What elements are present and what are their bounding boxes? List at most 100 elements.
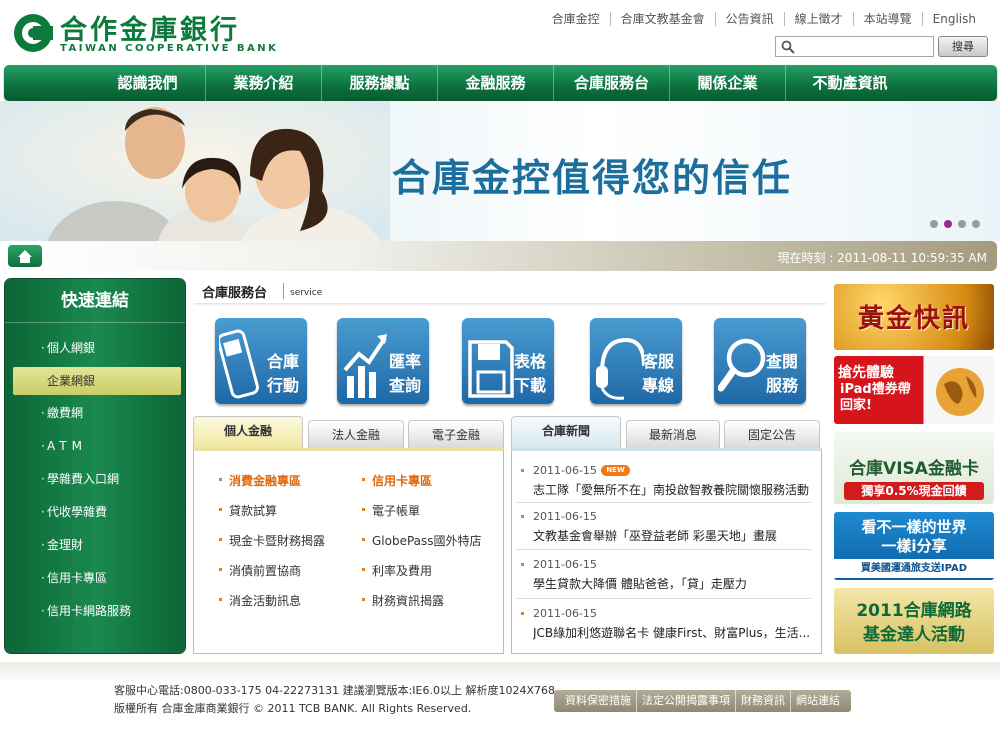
link-consumer-finance[interactable]: 消費金融專區 <box>218 472 301 489</box>
link-e-statement[interactable]: 電子帳單 <box>361 502 420 519</box>
logo-mark-icon <box>14 14 53 52</box>
home-icon <box>18 250 32 263</box>
banner-dot-2[interactable] <box>944 220 952 228</box>
nav-business[interactable]: 業務介紹 <box>206 65 322 101</box>
sidebar-item-credit-card-online[interactable]: 信用卡網路服務 <box>13 597 181 625</box>
footer-link-sites[interactable]: 網站連結 <box>790 690 845 712</box>
news-title[interactable]: 學生貸款大降價 體貼爸爸，「貸」走壓力 <box>533 575 747 592</box>
top-link-english[interactable]: English <box>921 12 986 26</box>
top-link-announcements[interactable]: 公告資訊 <box>714 12 784 26</box>
main-nav: 認識我們 業務介紹 服務據點 金融服務 合庫服務台 關係企業 不動產資訊 <box>4 65 997 101</box>
ad-amex-ipad[interactable]: 看不一樣的世界 一樣i分享 買美國運通旅支送IPAD <box>834 512 994 580</box>
news-title[interactable]: JCB綠加利悠遊聯名卡 健康First、財富Plus，生活... <box>533 624 810 641</box>
link-globepass[interactable]: GlobePass國外特店 <box>362 532 482 549</box>
news-title[interactable]: 志工隊「愛無所不在」南投啟智教養院關懷服務活動 <box>533 481 809 498</box>
home-button[interactable] <box>8 245 42 267</box>
tab-bank-news[interactable]: 合庫新聞 <box>511 416 621 448</box>
ad-fund-master[interactable]: 2011合庫網路 基金達人活動 <box>834 588 994 654</box>
service-tile-line1: 客服 <box>641 352 674 371</box>
top-link-foundation[interactable]: 合庫文教基金會 <box>609 12 715 26</box>
logo-name-cn: 合作金庫銀行 <box>60 15 240 46</box>
service-desk-title: 合庫服務台 <box>202 286 268 301</box>
nav-branches[interactable]: 服務據點 <box>322 65 438 101</box>
service-tile-forms[interactable]: 表格 下載 <box>462 318 554 404</box>
bank-logo[interactable]: 合作金庫銀行 TAIWAN COOPERATIVE BANK <box>12 10 277 58</box>
tab-personal-finance[interactable]: 個人金融 <box>193 416 303 448</box>
tab-corporate-finance[interactable]: 法人金融 <box>308 420 404 448</box>
ad-visa-debit[interactable]: 合庫VISA金融卡 獨享0.5%現金回饋 <box>834 432 994 504</box>
banner-dot-1[interactable] <box>930 220 938 228</box>
nav-financial-services[interactable]: 金融服務 <box>438 65 554 101</box>
service-tile-line2: 下載 <box>513 376 546 395</box>
tab-announcements[interactable]: 固定公告 <box>724 420 820 448</box>
ad-gold-news[interactable]: 黃金快訊 <box>834 284 994 350</box>
current-time: 現在時刻 : 2011-08-11 10:59:35 AM <box>777 251 988 265</box>
service-tile-line2: 查詢 <box>388 376 421 395</box>
news-date: 2011-06-15 <box>521 558 597 571</box>
service-tile-line1: 查閱 <box>765 352 798 371</box>
link-loan-calculator[interactable]: 貸款試算 <box>218 502 277 519</box>
footer-link-financials[interactable]: 財務資訊 <box>735 690 790 712</box>
service-tile-line1: 表格 <box>513 352 546 371</box>
news-date: 2011-06-15 <box>521 510 597 523</box>
sidebar-item-tuition-collection[interactable]: 代收學雜費 <box>13 498 181 526</box>
link-cash-card[interactable]: 現金卡暨財務揭露 <box>218 532 325 549</box>
chart-icon <box>343 334 387 398</box>
link-consumer-events[interactable]: 消金活動訊息 <box>218 592 301 609</box>
banner-headline: 合庫金控值得您的信任 <box>392 156 793 200</box>
ad-fund-title: 2011合庫網路 <box>856 601 972 621</box>
nav-service-desk[interactable]: 合庫服務台 <box>554 65 670 101</box>
news-title[interactable]: 文教基金會舉辦「巫登益老師 彩墨天地」畫展 <box>533 527 777 544</box>
tab-latest-news[interactable]: 最新消息 <box>626 420 720 448</box>
sidebar-item-payment[interactable]: 繳費網 <box>13 399 181 427</box>
footer-links: 資料保密措施 法定公開揭露事項 財務資訊 網站連結 <box>554 690 851 712</box>
quick-links-sidebar: 快速連結 個人網銀 企業網銀 繳費網 ATM 學雜費入口網 代收學雜費 金理財 … <box>5 279 185 653</box>
nav-about[interactable]: 認識我們 <box>90 65 206 101</box>
sidebar-title: 快速連結 <box>5 279 185 323</box>
news-date: 2011-06-15 <box>521 464 597 477</box>
service-tile-inquiry[interactable]: 查閱 服務 <box>714 318 806 404</box>
service-tile-line2: 專線 <box>641 376 674 395</box>
service-tile-exchange-rate[interactable]: 匯率 查詢 <box>337 318 429 404</box>
globe-icon <box>936 368 984 416</box>
news-date: 2011-06-15 <box>521 607 597 620</box>
tab-e-finance[interactable]: 電子金融 <box>408 420 504 448</box>
top-link-careers[interactable]: 線上徵才 <box>783 12 853 26</box>
top-link-holding[interactable]: 合庫金控 <box>542 12 610 26</box>
search-icon <box>781 40 795 54</box>
sidebar-item-corporate-banking[interactable]: 企業網銀 <box>13 367 181 395</box>
ad-gold-text: 黃金快訊 <box>857 304 970 334</box>
news-divider <box>516 549 811 550</box>
sidebar-item-wealth[interactable]: 金理財 <box>13 531 181 559</box>
link-credit-card-zone[interactable]: 信用卡專區 <box>361 472 432 489</box>
page: 合作金庫銀行 TAIWAN COOPERATIVE BANK 合庫金控 合庫文教… <box>0 0 1000 734</box>
sidebar-item-credit-card[interactable]: 信用卡專區 <box>13 564 181 592</box>
ad-fund-title2: 基金達人活動 <box>863 625 965 645</box>
ad-amex-sub: 買美國運通旅支送IPAD <box>834 559 994 578</box>
sidebar-item-tuition-portal[interactable]: 學雜費入口網 <box>13 465 181 493</box>
sidebar-item-atm[interactable]: ATM <box>13 432 181 460</box>
link-debt-negotiation[interactable]: 消債前置協商 <box>218 562 301 579</box>
nav-affiliates[interactable]: 關係企業 <box>670 65 786 101</box>
ad-visa-title: 合庫VISA金融卡 <box>849 459 979 479</box>
status-bar: 現在時刻 : 2011-08-11 10:59:35 AM <box>4 241 997 271</box>
service-tile-customer-service[interactable]: 客服 專線 <box>590 318 682 404</box>
banner-dot-4[interactable] <box>972 220 980 228</box>
service-tile-mobile[interactable]: 合庫 行動 <box>215 318 307 404</box>
banner-dot-3[interactable] <box>958 220 966 228</box>
link-financial-disclosure[interactable]: 財務資訊揭露 <box>361 592 444 609</box>
hero-banner[interactable]: 合庫金控值得您的信任 <box>0 101 1000 241</box>
service-tile-line1: 匯率 <box>388 352 421 371</box>
sidebar-item-personal-banking[interactable]: 個人網銀 <box>13 334 181 362</box>
search-button[interactable]: 搜尋 <box>938 36 988 57</box>
top-link-sitemap[interactable]: 本站導覽 <box>852 12 922 26</box>
search-input[interactable] <box>775 36 934 57</box>
top-links: 合庫金控 合庫文教基金會 公告資訊 線上徵才 本站導覽 English <box>542 12 986 26</box>
news-divider <box>516 502 811 503</box>
footer-link-privacy[interactable]: 資料保密措施 <box>560 690 636 712</box>
nav-real-estate[interactable]: 不動產資訊 <box>786 65 914 101</box>
ad-ipad-experience[interactable]: 搶先體驗 iPad禮券帶回家! <box>834 356 994 424</box>
footer-link-disclosure[interactable]: 法定公開揭露事項 <box>636 690 735 712</box>
banner-pager <box>930 220 980 228</box>
link-rates-fees[interactable]: 利率及費用 <box>361 562 432 579</box>
